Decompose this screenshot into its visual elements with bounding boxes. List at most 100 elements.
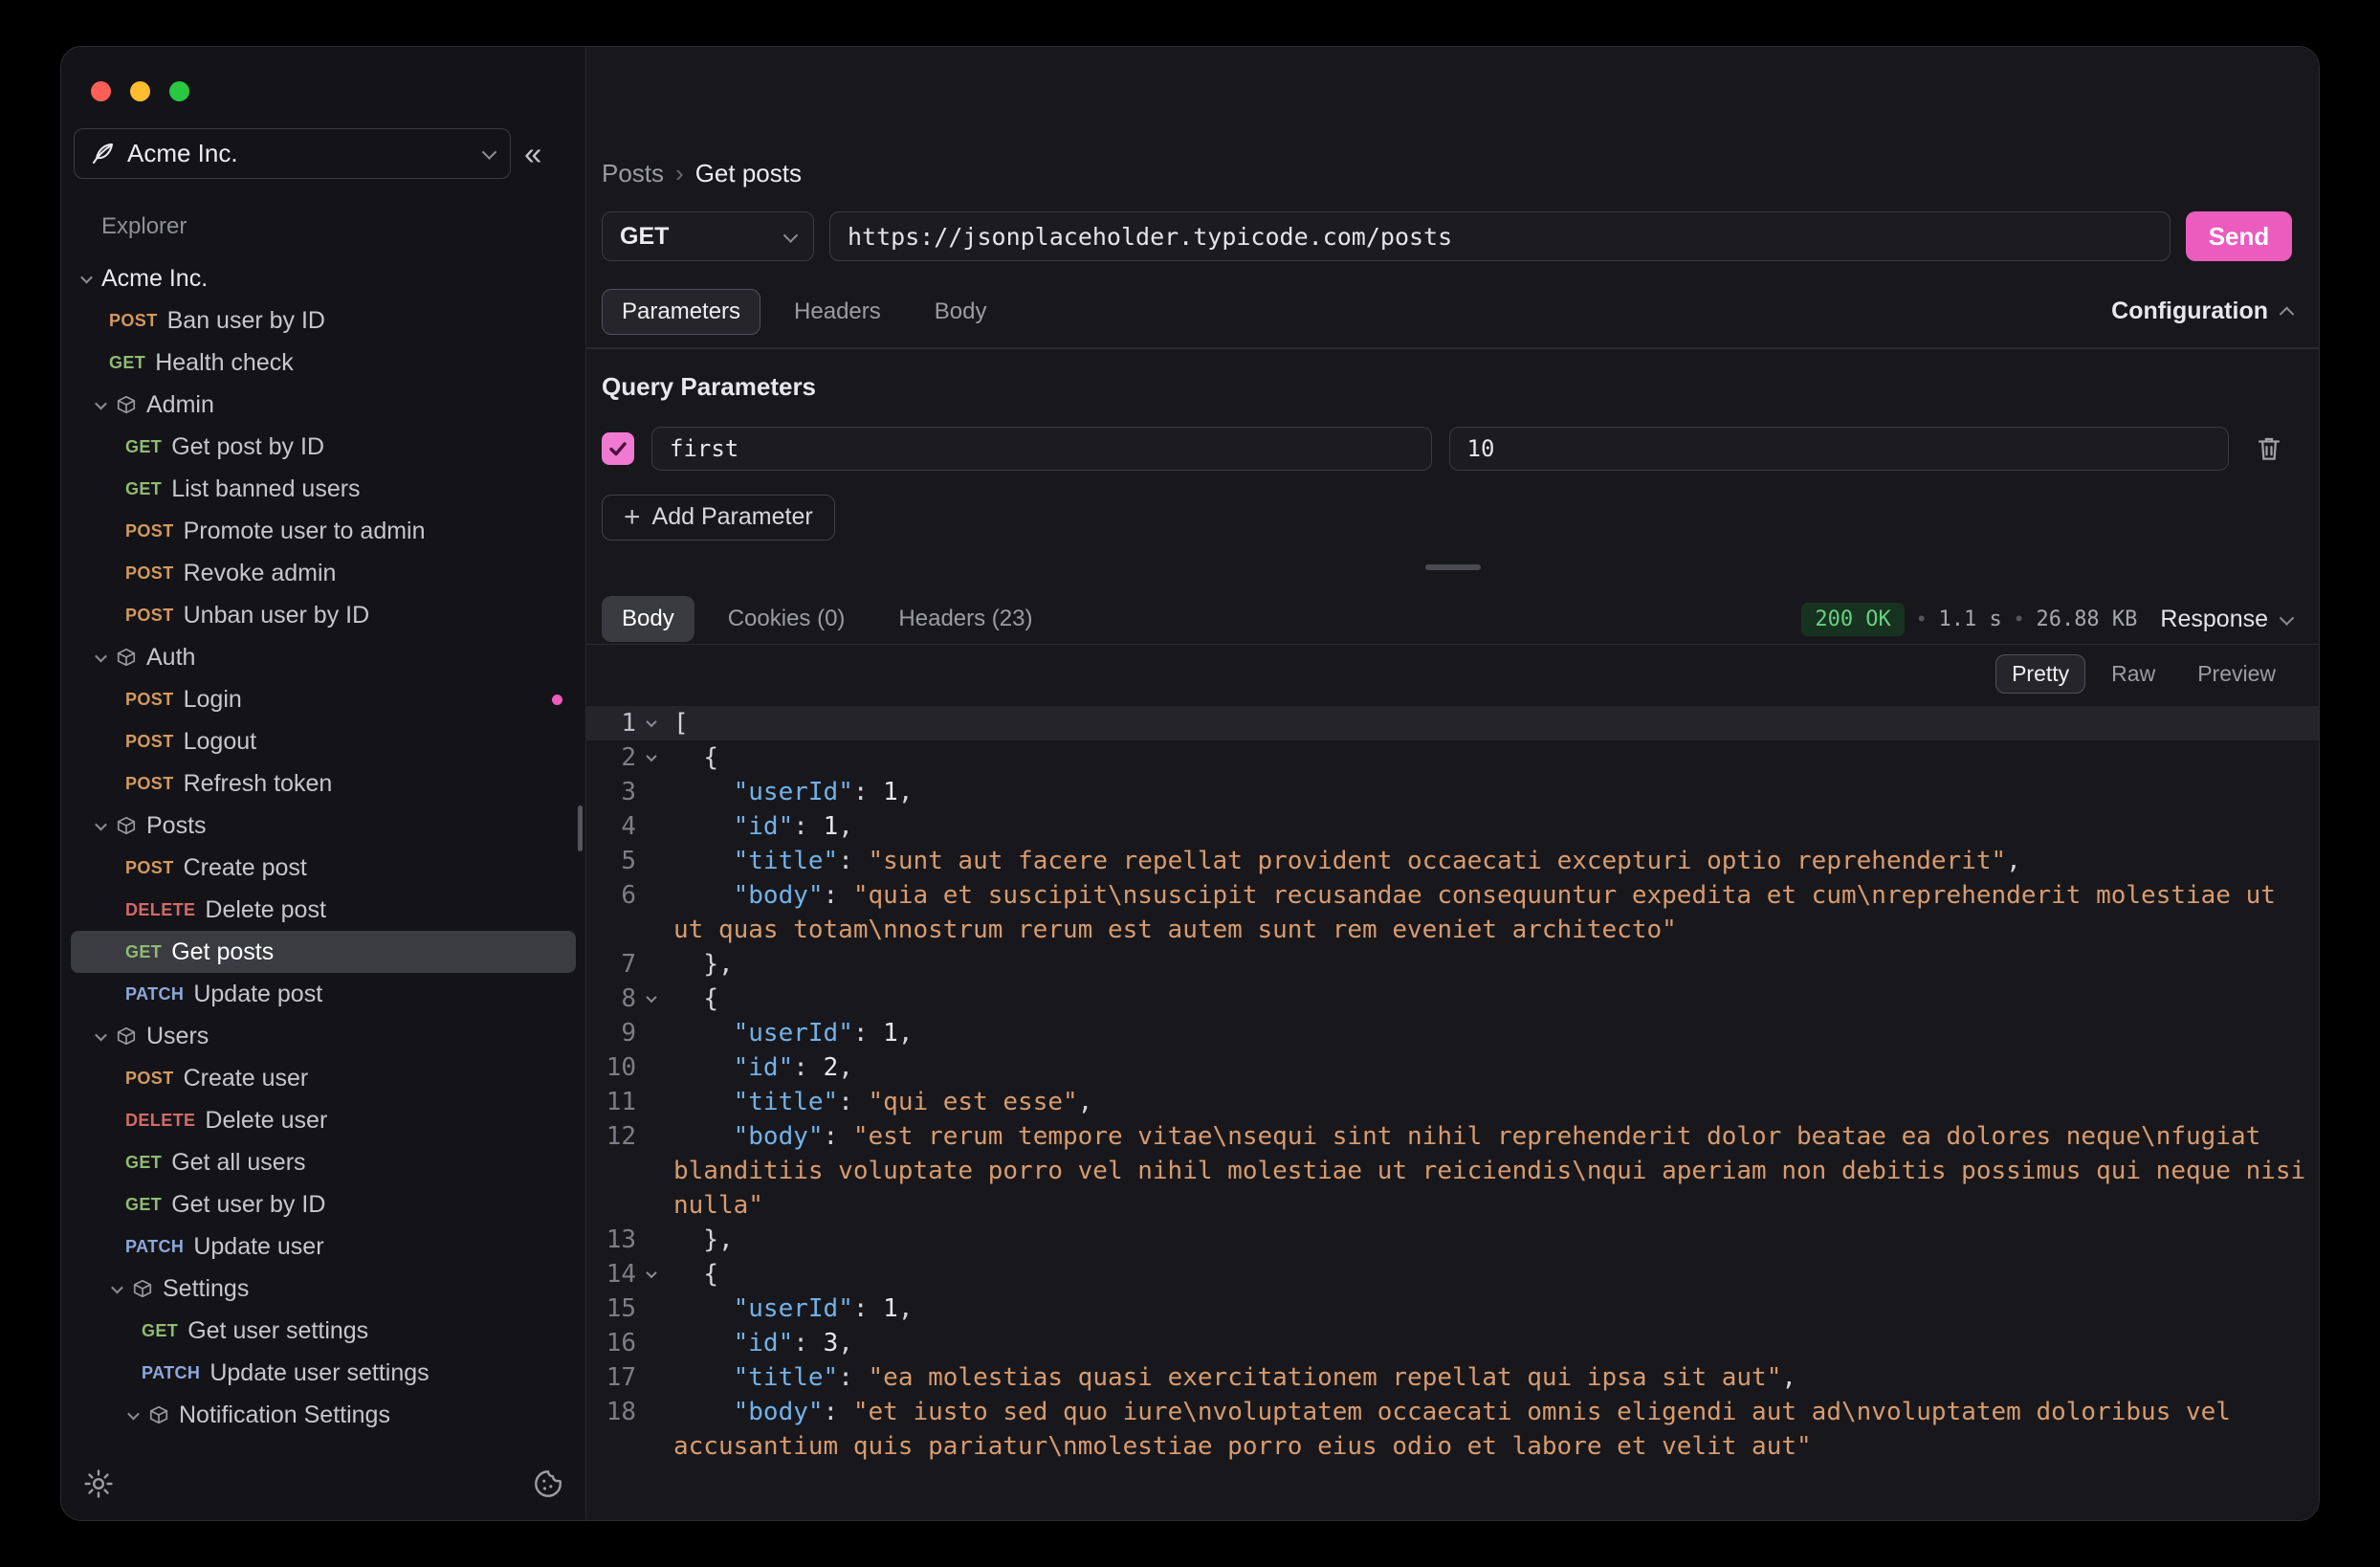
tab-headers[interactable]: Headers [774, 289, 901, 335]
code-line: 13 }, [586, 1223, 2319, 1257]
line-number: 5 [586, 844, 636, 878]
delete-param-button[interactable] [2246, 427, 2292, 471]
code-token [673, 1053, 734, 1082]
folder-item-users[interactable]: Users [71, 1015, 576, 1057]
request-item-list-banned-users[interactable]: GETList banned users [71, 468, 576, 510]
request-item-login[interactable]: POSTLogin [71, 678, 576, 720]
request-item-get-post-by-id[interactable]: GETGet post by ID [71, 426, 576, 468]
cookie-jar-button[interactable] [532, 1468, 564, 1500]
settings-gear-button[interactable] [82, 1468, 115, 1500]
add-parameter-button[interactable]: + Add Parameter [602, 495, 835, 541]
workspace-selector[interactable]: Acme Inc. [74, 128, 511, 179]
close-button[interactable] [91, 81, 111, 101]
item-label: Health check [155, 349, 294, 377]
code-content: [ [667, 706, 2319, 740]
request-item-promote-user-to-admin[interactable]: POSTPromote user to admin [71, 510, 576, 552]
view-mode-raw[interactable]: Raw [2095, 654, 2171, 694]
tab-parameters[interactable]: Parameters [602, 289, 760, 335]
request-item-logout[interactable]: POSTLogout [71, 720, 576, 762]
code-token: : [793, 812, 823, 841]
url-input[interactable] [829, 211, 2171, 261]
view-mode-pretty[interactable]: Pretty [1995, 654, 2085, 694]
method-label: GET [109, 353, 145, 373]
code-token: : [824, 1398, 853, 1426]
sidebar-footer [61, 1457, 585, 1520]
request-item-get-all-users[interactable]: GETGet all users [71, 1141, 576, 1183]
configuration-toggle[interactable]: Configuration [2111, 298, 2292, 325]
chevron-down-icon [783, 228, 799, 243]
fold-toggle[interactable] [636, 1257, 667, 1291]
folder-item-auth[interactable]: Auth [71, 636, 576, 678]
request-item-update-post[interactable]: PATCHUpdate post [71, 973, 576, 1015]
code-token [673, 1363, 734, 1392]
item-label: Settings [163, 1275, 249, 1303]
item-label: Get user settings [187, 1317, 368, 1345]
line-gutter: 9 [586, 1016, 667, 1050]
configuration-label: Configuration [2111, 298, 2268, 325]
code-line: 10 "id": 2, [586, 1050, 2319, 1085]
code-token: "id" [734, 812, 794, 841]
folder-item-settings[interactable]: Settings [71, 1268, 576, 1310]
request-item-create-user[interactable]: POSTCreate user [71, 1057, 576, 1099]
code-line: 4 "id": 1, [586, 809, 2319, 844]
method-label: PATCH [142, 1363, 200, 1383]
fold-toggle[interactable] [636, 982, 667, 1016]
item-label: Update user [193, 1233, 323, 1261]
tab-body[interactable]: Body [915, 289, 1007, 335]
request-item-update-user[interactable]: PATCH Update user [71, 1225, 576, 1268]
minimize-button[interactable] [130, 81, 150, 101]
folder-item-admin[interactable]: Admin [71, 384, 576, 426]
request-item-create-post[interactable]: POSTCreate post [71, 847, 576, 889]
item-label: Delete post [205, 896, 325, 924]
code-token [673, 1329, 734, 1357]
zoom-button[interactable] [169, 81, 189, 101]
send-button[interactable]: Send [2186, 211, 2292, 261]
code-token: , [838, 1329, 853, 1357]
sidebar-collapse-button[interactable]: « [524, 138, 541, 169]
workspace-item-acme-inc[interactable]: Acme Inc. [71, 257, 576, 299]
fold-spacer [636, 1291, 667, 1326]
sidebar-scrollbar-thumb[interactable] [578, 806, 583, 851]
code-content: "userId": 1, [667, 1291, 2319, 1326]
param-enabled-checkbox[interactable] [602, 432, 634, 465]
request-item-delete-post[interactable]: DELETEDelete post [71, 889, 576, 931]
request-item-get-user-settings[interactable]: GETGet user settings [71, 1310, 576, 1352]
code-content: "body": "est rerum tempore vitae\nsequi … [667, 1119, 2319, 1223]
fold-toggle[interactable] [636, 706, 667, 740]
method-label: DELETE [125, 1111, 195, 1131]
request-item-revoke-admin[interactable]: POSTRevoke admin [71, 552, 576, 594]
method-label: GET [125, 942, 162, 962]
method-select[interactable]: GET [602, 211, 814, 261]
response-tab-body[interactable]: Body [602, 596, 694, 642]
response-menu[interactable]: Response [2160, 606, 2292, 633]
folder-item-notification-settings[interactable]: Notification Settings [71, 1394, 576, 1436]
code-token: "userId" [734, 778, 853, 806]
request-item-get-user-by-id[interactable]: GETGet user by ID [71, 1183, 576, 1225]
view-mode-preview[interactable]: Preview [2181, 654, 2292, 694]
divider [586, 644, 2319, 646]
app-window: Acme Inc. « Explorer Acme Inc.POSTBan us… [60, 46, 2320, 1521]
item-label: Users [146, 1023, 209, 1050]
code-token [673, 1294, 734, 1323]
response-tab-cookies-0[interactable]: Cookies (0) [708, 596, 866, 642]
plus-icon: + [624, 503, 641, 532]
code-token: "title" [734, 847, 839, 875]
status-badge: 200 OK [1801, 603, 1904, 636]
method-label: PATCH [125, 1237, 184, 1257]
request-item-refresh-token[interactable]: POSTRefresh token [71, 762, 576, 805]
folder-item-posts[interactable]: Posts [71, 805, 576, 847]
request-item-health-check[interactable]: GET Health check [71, 342, 576, 384]
response-tab-headers-23[interactable]: Headers (23) [878, 596, 1052, 642]
param-name-input[interactable] [651, 427, 1432, 471]
breadcrumb-posts[interactable]: Posts [602, 159, 664, 188]
folder-icon [116, 815, 137, 836]
line-gutter: 11 [586, 1085, 667, 1119]
request-item-delete-user[interactable]: DELETEDelete user [71, 1099, 576, 1141]
request-item-update-user-settings[interactable]: PATCHUpdate user settings [71, 1352, 576, 1394]
request-item-ban-user-by-id[interactable]: POSTBan user by ID [71, 299, 576, 342]
request-item-unban-user-by-id[interactable]: POSTUnban user by ID [71, 594, 576, 636]
request-item-get-posts[interactable]: GETGet posts [71, 931, 576, 973]
fold-toggle[interactable] [636, 740, 667, 775]
param-value-input[interactable] [1449, 427, 2230, 471]
pane-resize-handle[interactable] [1425, 564, 1481, 570]
